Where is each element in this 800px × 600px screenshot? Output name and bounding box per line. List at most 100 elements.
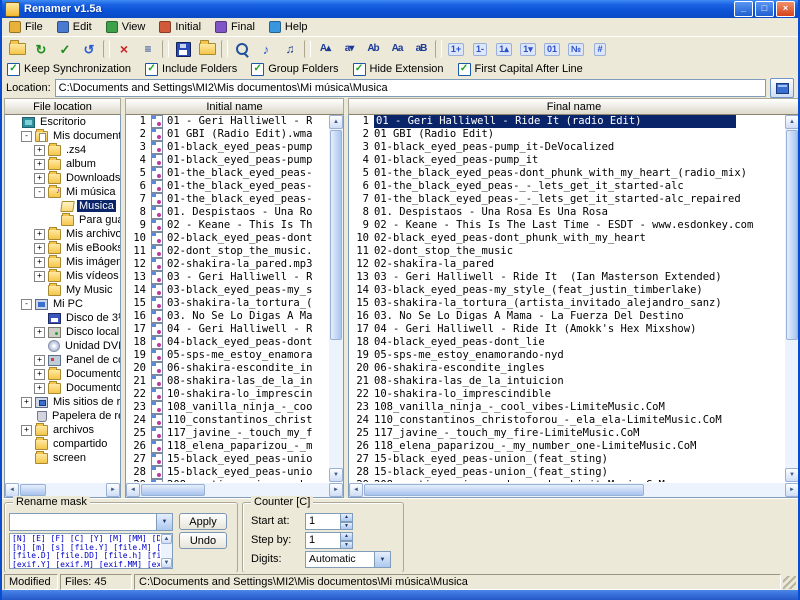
toolbar-button[interactable] — [103, 40, 110, 58]
tree-item[interactable]: + Mis eBooks — [5, 241, 120, 255]
final-file-row[interactable]: 29 208 martin wusia - make my day Limite… — [349, 479, 784, 482]
final-file-row[interactable]: 26 118_elena_paparizou_-_my_number_one-L… — [349, 440, 784, 453]
initial-file-row[interactable]: 21 08-shakira-las_de_la_in — [126, 375, 328, 388]
close-button[interactable]: × — [776, 1, 795, 17]
option-checkbox[interactable]: Hide Extension — [353, 63, 444, 76]
final-file-row[interactable]: 12 02-shakira-la_pared — [349, 258, 784, 271]
option-checkbox[interactable]: Include Folders — [145, 63, 237, 76]
final-file-row[interactable]: 16 03. No Se Lo Digas A Mama - La Fuerza… — [349, 310, 784, 323]
final-file-row[interactable]: 14 03-black_eyed_peas-my_style_(feat_jus… — [349, 284, 784, 297]
scroll-right-icon[interactable]: ► — [785, 483, 799, 497]
start-at-value[interactable]: 1 — [305, 513, 340, 530]
scroll-up-icon[interactable]: ▲ — [785, 115, 799, 129]
final-file-row[interactable]: 8 01. Despistaos - Una Rosa Es Una Rosa — [349, 206, 784, 219]
initial-file-row[interactable]: 25 117_javine_-_touch_my_f — [126, 427, 328, 440]
final-file-row[interactable]: 10 02-black_eyed_peas-dont_phunk_with_my… — [349, 232, 784, 245]
expand-toggle[interactable]: - — [21, 299, 32, 310]
initial-file-row[interactable]: 26 118_elena_paparizou_-_m — [126, 440, 328, 453]
menu-initial[interactable]: Initial — [152, 18, 208, 36]
scroll-thumb[interactable] — [364, 484, 644, 496]
initial-file-row[interactable]: 4 01-black_eyed_peas-pump — [126, 154, 328, 167]
final-file-row[interactable]: 22 10-shakira-lo_imprescindible — [349, 388, 784, 401]
final-file-row[interactable]: 5 01-the_black_eyed_peas-dont_phunk_with… — [349, 167, 784, 180]
mask-token-line[interactable]: [exif.Y] [exif.M] [exif.MM] [exif.D] — [12, 561, 158, 569]
load-list-icon[interactable] — [195, 38, 219, 60]
final-file-row[interactable]: 1 01 - Geri Halliwell - Ride It (radio E… — [349, 115, 784, 128]
capitalize-icon[interactable]: Ab — [361, 38, 385, 60]
final-file-row[interactable]: 7 01-the_black_eyed_peas-_-_lets_get_it_… — [349, 193, 784, 206]
menu-edit[interactable]: Edit — [50, 18, 99, 36]
number-remove-icon[interactable]: 1- — [468, 38, 492, 60]
scroll-right-icon[interactable]: ► — [106, 483, 120, 497]
taskbar[interactable] — [0, 590, 800, 600]
spin-down-icon[interactable]: ▼ — [340, 522, 353, 531]
scroll-down-icon[interactable]: ▼ — [329, 468, 343, 482]
toolbar-button[interactable] — [435, 40, 442, 58]
tree-item[interactable]: + Mis sitios de red — [5, 395, 120, 409]
final-file-row[interactable]: 19 05-sps-me_estoy_enamorando-nyd — [349, 349, 784, 362]
final-file-row[interactable]: 3 01-black_eyed_peas-pump_it-DeVocalized — [349, 141, 784, 154]
expand-toggle[interactable]: + — [21, 425, 32, 436]
spin-down-icon[interactable]: ▼ — [340, 541, 353, 550]
tree-item[interactable]: screen — [5, 451, 120, 465]
expand-toggle[interactable]: + — [21, 397, 32, 408]
location-input[interactable] — [55, 79, 766, 97]
apply-button[interactable]: Apply — [179, 513, 227, 530]
music-tag-icon[interactable]: ♪ — [254, 38, 278, 60]
tree-item[interactable]: + album — [5, 157, 120, 171]
tree-item[interactable]: My Music — [5, 283, 120, 297]
tree-item[interactable]: + Mis vídeos — [5, 269, 120, 283]
expand-toggle[interactable]: + — [34, 173, 45, 184]
final-file-row[interactable]: 24 110_constantinos_christoforou_-_ela_e… — [349, 414, 784, 427]
tree-item[interactable]: Escritorio — [5, 115, 120, 129]
option-checkbox[interactable]: Group Folders — [251, 63, 338, 76]
final-file-row[interactable]: 21 08-shakira-las_de_la_intuicion — [349, 375, 784, 388]
tree-item[interactable]: - Mis documentos — [5, 129, 120, 143]
undo-button[interactable]: Undo — [179, 532, 227, 549]
playlist-icon[interactable]: ♫ — [278, 38, 302, 60]
tree-item[interactable]: Papelera de reciclaje — [5, 409, 120, 423]
delete-file-icon[interactable]: × — [112, 38, 136, 60]
tree-item[interactable]: + Documentos de MI2 — [5, 381, 120, 395]
tree-item[interactable]: + Mis archivos recibidos — [5, 227, 120, 241]
option-checkbox[interactable]: Keep Synchronization — [7, 63, 131, 76]
expand-toggle[interactable]: + — [34, 271, 45, 282]
final-file-row[interactable]: 27 15-black_eyed_peas-union_(feat_sting) — [349, 453, 784, 466]
step-by-value[interactable]: 1 — [305, 532, 340, 549]
scroll-down-icon[interactable]: ▼ — [161, 558, 172, 568]
expand-toggle[interactable]: + — [34, 383, 45, 394]
scroll-left-icon[interactable]: ◄ — [349, 483, 363, 497]
scroll-right-icon[interactable]: ► — [329, 483, 343, 497]
step-by-stepper[interactable]: 1 ▲ ▼ — [305, 532, 353, 549]
tokens-vscrollbar[interactable]: ▲ ▼ — [160, 534, 172, 568]
browse-folder-icon[interactable] — [5, 38, 29, 60]
minimize-button[interactable]: _ — [734, 1, 753, 17]
tree-hscrollbar[interactable]: ◄ ► — [5, 482, 120, 497]
expand-toggle[interactable]: + — [34, 159, 45, 170]
initial-file-row[interactable]: 12 02-shakira-la_pared.mp3 — [126, 258, 328, 271]
final-file-row[interactable]: 9 02 - Keane - This Is The Last Time - E… — [349, 219, 784, 232]
initial-file-row[interactable]: 2 01 GBI (Radio Edit).wma — [126, 128, 328, 141]
initial-file-row[interactable]: 17 04 - Geri Halliwell - R — [126, 323, 328, 336]
expand-toggle[interactable]: + — [34, 145, 45, 156]
lowercase-icon[interactable]: a▾ — [337, 38, 361, 60]
final-file-row[interactable]: 25 117_javine_-_touch_my_fire-LimiteMusi… — [349, 427, 784, 440]
number-front-icon[interactable]: № — [564, 38, 588, 60]
initial-hscrollbar[interactable]: ◄ ► — [126, 482, 343, 497]
initial-file-row[interactable]: 1 01 - Geri Halliwell - R — [126, 115, 328, 128]
start-at-stepper[interactable]: 1 ▲ ▼ — [305, 513, 353, 530]
search-icon[interactable] — [230, 38, 254, 60]
tree-item[interactable]: + Downloads — [5, 171, 120, 185]
expand-toggle[interactable]: + — [34, 369, 45, 380]
initial-file-row[interactable]: 29 208 martin wusia - make — [126, 479, 328, 482]
final-file-row[interactable]: 17 04 - Geri Halliwell - Ride It (Amokk'… — [349, 323, 784, 336]
expand-toggle[interactable]: + — [34, 229, 45, 240]
browse-location-button[interactable] — [770, 78, 794, 98]
initial-file-row[interactable]: 19 05-sps-me_estoy_enamora — [126, 349, 328, 362]
initial-file-row[interactable]: 15 03-shakira-la_tortura_( — [126, 297, 328, 310]
initial-file-row[interactable]: 11 02-dont_stop_the_music. — [126, 245, 328, 258]
scroll-left-icon[interactable]: ◄ — [126, 483, 140, 497]
scroll-up-icon[interactable]: ▲ — [329, 115, 343, 129]
initial-vscrollbar[interactable]: ▲ ▼ — [328, 115, 343, 482]
tree-item[interactable]: + Mis imágenes — [5, 255, 120, 269]
